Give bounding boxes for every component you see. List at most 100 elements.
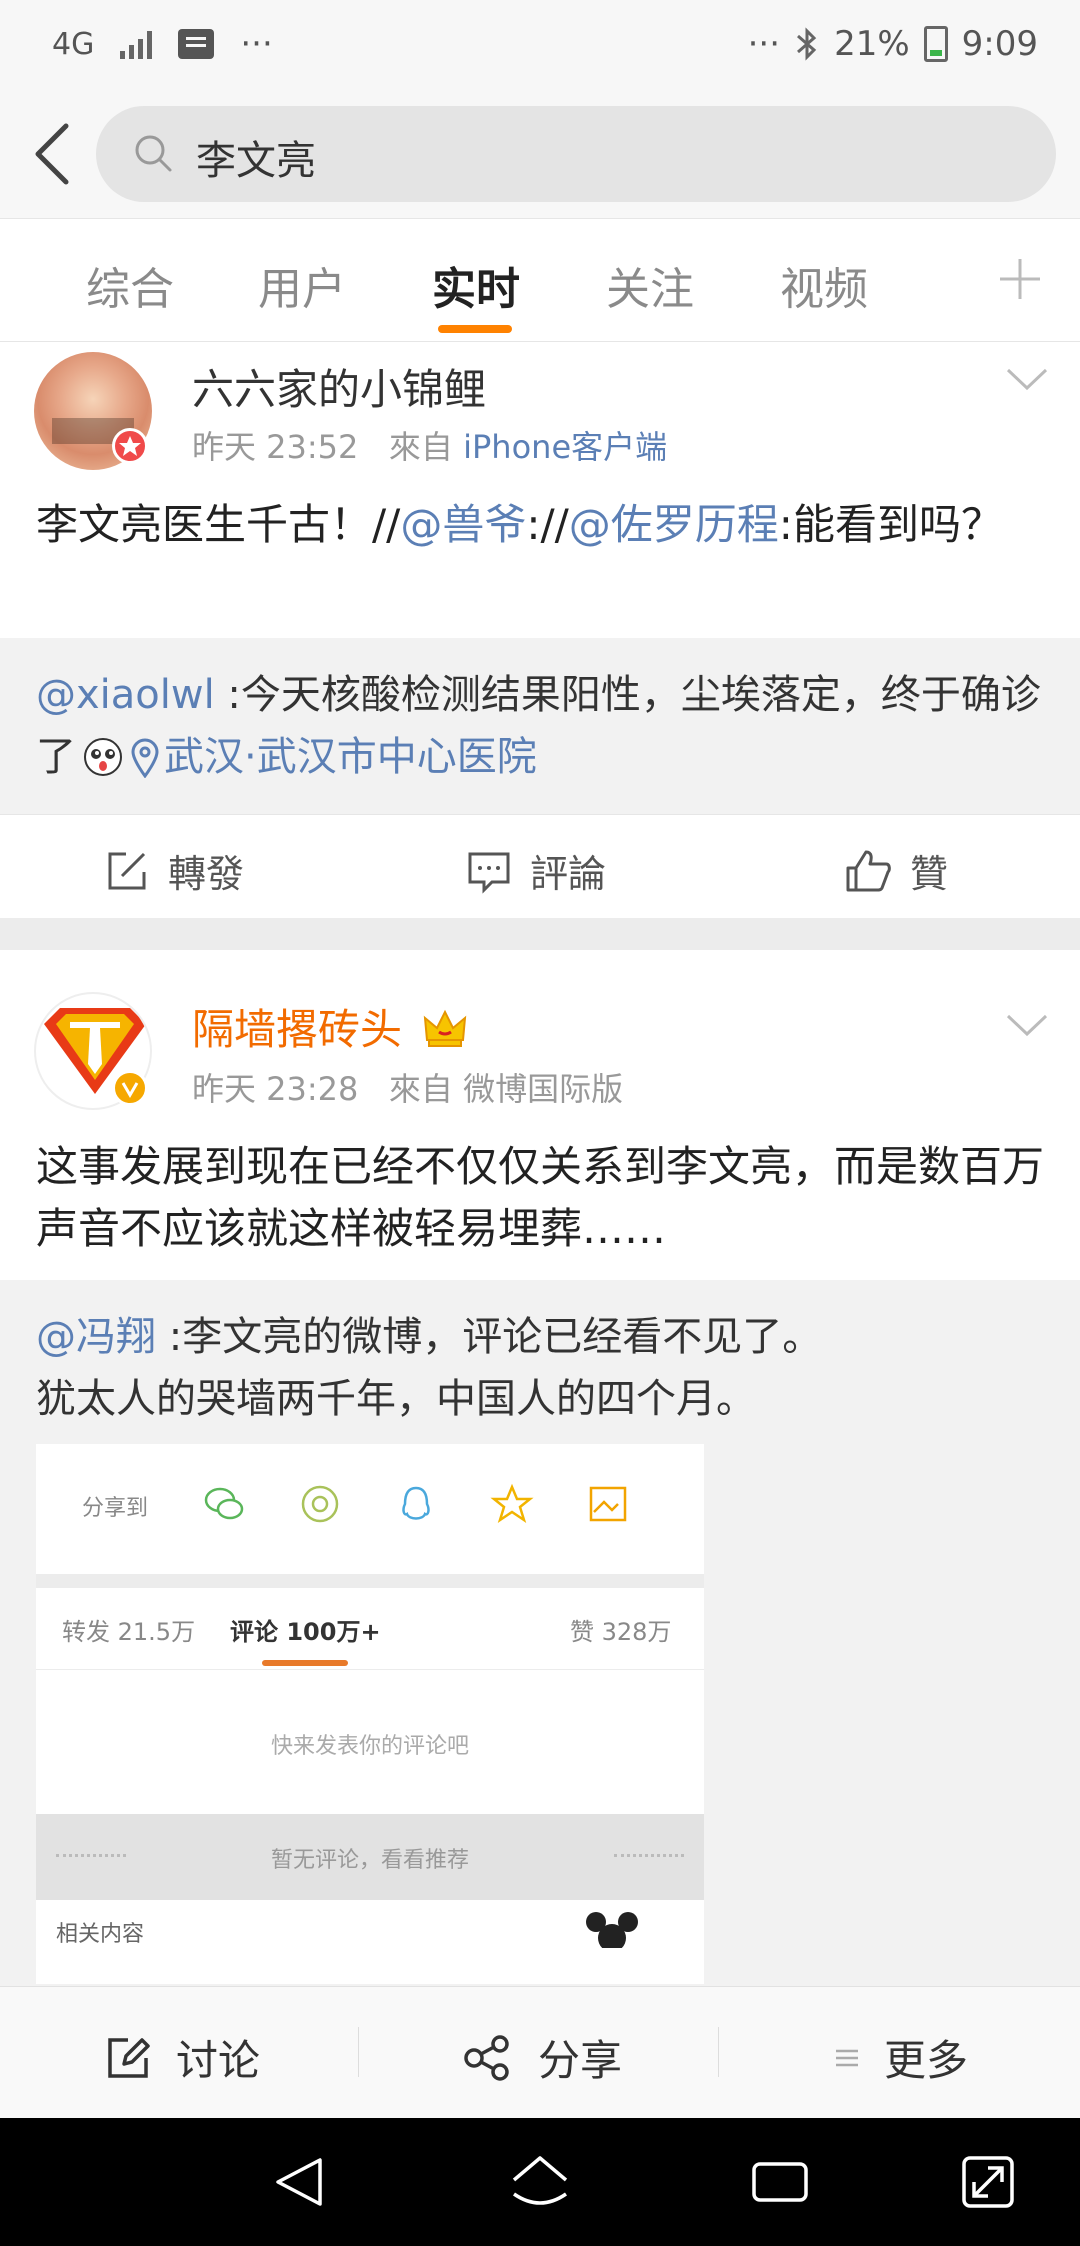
embedded-share-row: 分享到 [36,1444,704,1574]
tab-comprehensive[interactable]: 综合 [86,253,174,317]
embedded-no-comments: 暂无评论，看看推荐 [270,1848,469,1873]
back-arrow-icon [35,123,69,185]
mention-link[interactable]: @冯翔 [36,1314,156,1360]
status-bar: 4G ··· ··· 21% 9:09 [0,0,1080,90]
chevron-down-icon[interactable] [1004,1010,1050,1040]
post-text: 这事发展到现在已经不仅仅关系到李文亮，而是数百万声音不应该就这样被轻易埋葬…… [36,1142,1045,1253]
wechat-icon [204,1487,244,1520]
post-separator [0,918,1080,950]
star-icon [119,436,141,456]
post-source[interactable]: 微博国际版 [463,1070,623,1108]
post-text-part: 李文亮医生千古！// [36,500,401,549]
moments-icon [301,1485,339,1523]
comment-icon [468,852,510,894]
embedded-comment-count: 评论 100万+ [230,1618,381,1646]
post-actions: 轉發 評論 贊 [0,814,1080,918]
share-button[interactable]: 分享 [462,2027,622,2088]
embedded-related-label: 相关内容 [56,1922,145,1947]
mention-link[interactable]: @兽爷 [400,500,526,549]
mickey-icon [586,1912,638,1948]
tab-realtime[interactable]: 实时 [432,253,520,317]
verified-v-badge [112,1070,148,1106]
post-card: 六六家的小锦鲤 昨天 23:52 來自 iPhone客户端 李文亮医生千古！//… [0,342,1080,638]
location-link[interactable]: 武汉·武汉市中心医院 [164,734,537,780]
message-notification-icon [178,29,215,59]
active-tab-indicator [438,325,512,333]
more-button[interactable]: 更多 [834,2027,968,2088]
comment-button[interactable]: 評論 [466,843,606,898]
embedded-like-count: 赞 328万 [570,1618,672,1646]
qq-icon [402,1486,430,1520]
embedded-empty-area: 快来发表你的评论吧 [36,1670,704,1814]
embedded-forward-count: 转发 21.5万 [62,1618,196,1646]
post-text-part: :能看到吗？ [778,500,1003,549]
tab-following[interactable]: 关注 [606,253,694,317]
tab-videos[interactable]: 视频 [780,253,868,317]
embedded-empty-prompt: 快来发表你的评论吧 [270,1734,469,1759]
embedded-counts-row: 转发 21.5万 评论 100万+ 赞 328万 [36,1588,704,1670]
more-notifications-indicator: ··· [240,24,273,64]
nav-back-icon[interactable] [268,2150,332,2214]
mention-link[interactable]: @xiaolwl [36,672,215,718]
mention-link[interactable]: @佐罗历程 [569,500,779,549]
clock: 9:09 [961,24,1038,64]
menu-lines-icon [836,2049,858,2066]
emoji-face-icon [84,738,122,776]
post-author[interactable]: 隔墙撂砖头 [192,1005,402,1054]
location-pin-icon [131,738,159,779]
chevron-down-icon[interactable] [1004,364,1050,394]
save-image-icon [589,1486,627,1522]
comment-label: 評論 [530,852,607,896]
forward-label: 轉發 [168,852,245,896]
repost-block[interactable]: @xiaolwl :今天核酸检测结果阳性，尘埃落定，终于确诊了 武汉·武汉市中心医… [0,638,1080,814]
search-query: 李文亮 [196,138,316,184]
star-verified-badge [112,428,148,464]
post-author[interactable]: 六六家的小锦鲤 [192,356,486,417]
signal-icon [120,29,153,59]
repost-body-line-2: 犹太人的哭墙两千年，中国人的四个月。 [36,1376,756,1422]
repost-text: @xiaolwl :今天核酸检测结果阳性，尘埃落定，终于确诊了 武汉·武汉市中心医… [36,664,1056,788]
post-source[interactable]: iPhone客户端 [463,428,667,466]
nav-recents-icon[interactable] [748,2150,812,2214]
like-button[interactable]: 贊 [844,843,948,898]
search-input[interactable]: 李文亮 [96,106,1056,202]
bluetooth-icon [797,27,817,61]
back-button[interactable] [22,116,94,192]
post-text-part: :// [526,500,569,549]
discuss-label: 讨论 [176,2036,261,2085]
forward-button[interactable]: 轉發 [104,843,244,898]
post-time: 昨天 23:28 [192,1070,359,1108]
forward-icon [108,852,146,889]
discuss-button[interactable]: 讨论 [104,2027,260,2088]
v-icon [121,1082,139,1098]
battery-percent: 21% [834,24,910,64]
post-author-row: 隔墙撂砖头 [192,996,469,1057]
share-nodes-icon [464,2034,509,2081]
battery-icon [923,26,948,62]
share-label: 分享 [538,2036,623,2085]
search-icon [135,135,172,172]
system-navigation-bar [0,2118,1080,2246]
edit-pencil-icon [108,2037,150,2078]
post-meta: 昨天 23:52 來自 iPhone客户端 [192,422,667,468]
repost-text: @冯翔 :李文亮的微博，评论已经看不见了。 犹太人的哭墙两千年，中国人的四个月。 [36,1306,1056,1430]
embedded-active-underline [262,1660,348,1666]
bottom-action-bar: 讨论 分享 更多 [0,1986,1080,2118]
embedded-screenshot-image[interactable]: 分享到 转发 21.5万 评论 100万+ 赞 328万 快来发表你的评论吧 暂… [36,1444,704,1984]
search-header: 李文亮 [0,90,1080,218]
add-tab-icon[interactable] [990,249,1050,309]
crown-member-icon[interactable] [421,1006,469,1050]
post-text: 李文亮医生千古！//@兽爷://@佐罗历程:能看到吗？ [36,494,1046,556]
post-meta: 昨天 23:28 來自 微博国际版 [192,1064,623,1110]
more-label: 更多 [884,2036,969,2085]
embedded-no-comment-bar: 暂无评论，看看推荐 [36,1814,704,1900]
post-card: 隔墙撂砖头 昨天 23:28 來自 微博国际版 这事发展到现在已经不仅仅关系到李… [0,950,1080,1280]
thumbs-up-icon [846,850,891,891]
nav-home-icon[interactable] [508,2150,572,2214]
tab-users[interactable]: 用户 [258,253,346,317]
embedded-divider [36,1574,704,1588]
favorite-star-icon [490,1483,534,1523]
nav-expand-icon[interactable] [956,2150,1020,2214]
post-time: 昨天 23:52 [192,428,359,466]
tab-bar: 综合 用户 实时 关注 视频 [0,218,1080,342]
